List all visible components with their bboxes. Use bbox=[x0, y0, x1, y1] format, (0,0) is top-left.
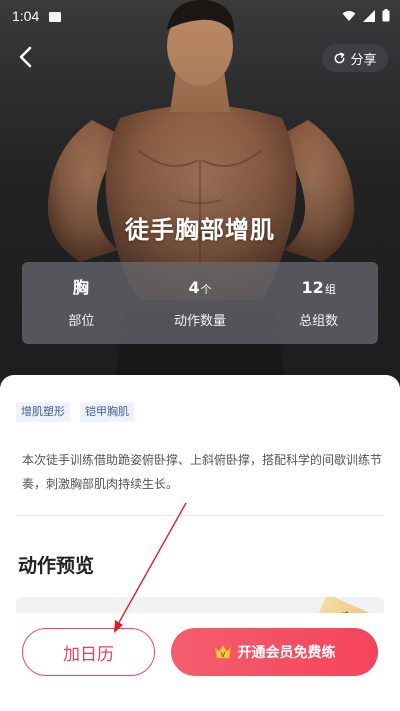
stat-label: 动作数量 bbox=[174, 313, 227, 329]
share-label: 分享 bbox=[350, 52, 377, 68]
stat-label: 部位 bbox=[68, 313, 95, 329]
stat-exercise-count: 4个 动作数量 bbox=[141, 278, 260, 329]
share-button[interactable]: 分享 bbox=[322, 44, 388, 72]
stats-card: 胸 部位 4个 动作数量 12组 总组数 bbox=[22, 262, 378, 344]
battery-icon bbox=[382, 9, 390, 22]
bottom-action-bar: 加日历 V 开通会员免费练 bbox=[0, 613, 400, 711]
refresh-share-icon bbox=[335, 52, 345, 63]
section-title-preview: 动作预览 bbox=[18, 555, 95, 577]
divider bbox=[16, 515, 384, 516]
stat-total-sets: 12组 总组数 bbox=[259, 278, 378, 329]
status-time: 1:04 bbox=[12, 7, 40, 24]
tag-list: 增肌塑形 铠甲胸肌 bbox=[16, 402, 134, 422]
crown-letter: V bbox=[220, 652, 225, 659]
image-icon bbox=[49, 11, 62, 22]
stat-value: 4 bbox=[188, 277, 200, 297]
stat-label: 总组数 bbox=[299, 313, 339, 329]
tag-armor-chest[interactable]: 铠甲胸肌 bbox=[80, 402, 134, 422]
add-to-calendar-label: 加日历 bbox=[63, 644, 114, 665]
stat-body-part: 胸 部位 bbox=[22, 278, 141, 329]
status-bar: 1:04 bbox=[0, 0, 400, 26]
wifi-icon bbox=[342, 10, 356, 21]
signal-icon bbox=[363, 9, 375, 22]
stat-unit: 组 bbox=[324, 282, 336, 296]
chevron-left-icon bbox=[19, 46, 32, 68]
crown-icon: V bbox=[214, 643, 232, 661]
vip-free-train-label: 开通会员免费练 bbox=[237, 645, 336, 661]
back-button[interactable] bbox=[10, 42, 40, 72]
stat-unit: 个 bbox=[200, 282, 212, 296]
stat-value: 12 bbox=[301, 277, 324, 297]
tag-muscle-shaping[interactable]: 增肌塑形 bbox=[16, 402, 70, 422]
add-to-calendar-button[interactable]: 加日历 bbox=[22, 628, 155, 676]
workout-description: 本次徒手训练借助跪姿俯卧撑、上斜俯卧撑，搭配科学的间歇训练节奏，刺激胸部肌肉持续… bbox=[22, 453, 383, 491]
vip-free-train-button[interactable]: V 开通会员免费练 bbox=[171, 628, 378, 676]
hero-banner: 1:04 分享 徒手胸部增肌 胸 部位 4个 动作数量 12组 总组数 bbox=[0, 0, 400, 400]
workout-title: 徒手胸部增肌 bbox=[125, 216, 275, 244]
stat-value: 胸 bbox=[72, 277, 89, 297]
